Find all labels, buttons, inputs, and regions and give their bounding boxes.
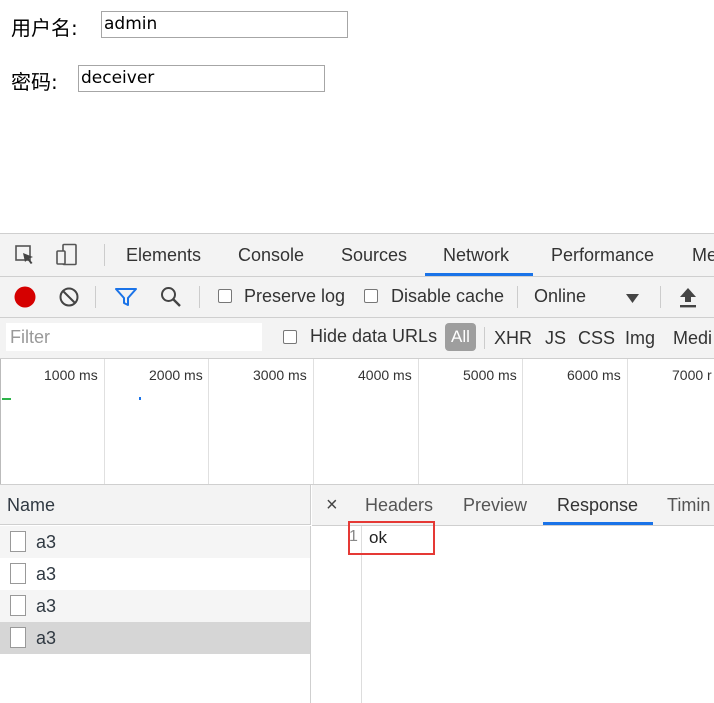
timeline-gridline (104, 359, 105, 484)
devtools-panel: Elements Console Sources Network Perform… (0, 233, 714, 703)
tab-sources[interactable]: Sources (341, 234, 407, 276)
filter-bar: Filter Hide data URLs All XHR JS CSS Img… (0, 318, 714, 359)
username-label: 用户名: (11, 16, 78, 40)
filter-icon[interactable] (114, 286, 138, 308)
close-details-button[interactable]: × (326, 485, 338, 525)
document-icon (10, 595, 26, 616)
toolbar-separator (199, 286, 200, 308)
document-icon (10, 531, 26, 552)
preserve-log-label: Preserve log (244, 286, 346, 306)
document-icon (10, 563, 26, 584)
timeline-request-bar (2, 398, 11, 400)
password-label: 密码: (11, 70, 58, 94)
hide-data-urls-label: Hide data URLs (310, 326, 438, 346)
timeline-gridline (208, 359, 209, 484)
document-icon (10, 627, 26, 648)
search-icon[interactable] (159, 285, 183, 309)
tab-timing[interactable]: Timin (667, 485, 710, 525)
password-input[interactable]: deceiver (78, 65, 325, 92)
timeline-tick-label: 1000 ms (44, 367, 98, 383)
toolbar-separator (517, 286, 518, 308)
clear-icon[interactable] (58, 286, 80, 308)
filter-separator (484, 327, 485, 349)
record-icon[interactable] (13, 285, 37, 309)
timeline-tick-label: 6000 ms (567, 367, 621, 383)
timeline-tick-label: 4000 ms (358, 367, 412, 383)
request-name: a3 (36, 628, 57, 648)
username-input[interactable]: admin (101, 11, 348, 38)
toolbar-separator (660, 286, 661, 308)
devtools-tabbar: Elements Console Sources Network Perform… (0, 234, 714, 277)
timeline-tick-label: 7000 r (672, 367, 712, 383)
import-har-icon[interactable] (677, 285, 699, 309)
toolbar-separator (95, 286, 96, 308)
timeline-tick-label: 5000 ms (463, 367, 517, 383)
highlight-box (348, 521, 435, 555)
timeline-gridline (313, 359, 314, 484)
chevron-down-icon[interactable] (626, 291, 639, 303)
type-filter-css[interactable]: CSS (578, 328, 615, 349)
tab-headers[interactable]: Headers (365, 485, 433, 525)
network-lower-pane: Name a3 a3 a3 a3 × Headers Preview Respo… (0, 485, 714, 703)
tab-elements[interactable]: Elements (126, 234, 201, 276)
request-name: a3 (36, 532, 57, 552)
disable-cache-checkbox[interactable] (364, 289, 378, 303)
response-viewer[interactable]: 1 ok (312, 521, 714, 703)
tab-more[interactable]: Me (692, 234, 714, 276)
network-toolbar: Preserve log Disable cache Online (0, 277, 714, 318)
timeline-gridline (627, 359, 628, 484)
timeline-gridline (0, 359, 1, 484)
name-column-header[interactable]: Name (0, 485, 311, 525)
request-row[interactable]: a3 (0, 558, 311, 590)
request-detail-tabbar: × Headers Preview Response Timin (312, 485, 714, 526)
timeline-request-bar (139, 397, 141, 400)
hide-data-urls-checkbox[interactable] (283, 330, 297, 344)
tabbar-separator (104, 244, 105, 266)
type-filter-js[interactable]: JS (545, 328, 566, 349)
disable-cache-label: Disable cache (391, 286, 505, 306)
timeline-tick-label: 3000 ms (253, 367, 307, 383)
inspect-element-icon[interactable] (14, 244, 36, 266)
timeline-gridline (418, 359, 419, 484)
preserve-log-checkbox[interactable] (218, 289, 232, 303)
tab-performance[interactable]: Performance (551, 234, 654, 276)
tab-response[interactable]: Response (557, 485, 638, 525)
active-detail-tab-underline (543, 522, 653, 525)
type-filter-media[interactable]: Medi (673, 328, 712, 349)
request-name: a3 (36, 564, 57, 584)
request-row[interactable]: a3 (0, 590, 311, 622)
request-row[interactable]: a3 (0, 526, 311, 558)
tab-network[interactable]: Network (443, 234, 509, 276)
type-filter-xhr[interactable]: XHR (494, 328, 532, 349)
request-row-selected[interactable]: a3 (0, 622, 311, 654)
device-toolbar-icon[interactable] (55, 243, 79, 267)
active-tab-underline (425, 273, 533, 276)
request-list-empty-area (0, 654, 311, 703)
throttling-select[interactable]: Online (534, 286, 586, 307)
timeline-overview[interactable]: 1000 ms 2000 ms 3000 ms 4000 ms 5000 ms … (0, 359, 714, 485)
type-filter-all[interactable]: All (445, 323, 476, 351)
timeline-gridline (522, 359, 523, 484)
type-filter-img[interactable]: Img (625, 328, 655, 349)
request-name: a3 (36, 596, 57, 616)
tab-preview[interactable]: Preview (463, 485, 527, 525)
tab-console[interactable]: Console (238, 234, 304, 276)
timeline-tick-label: 2000 ms (149, 367, 203, 383)
filter-input[interactable]: Filter (6, 323, 262, 351)
